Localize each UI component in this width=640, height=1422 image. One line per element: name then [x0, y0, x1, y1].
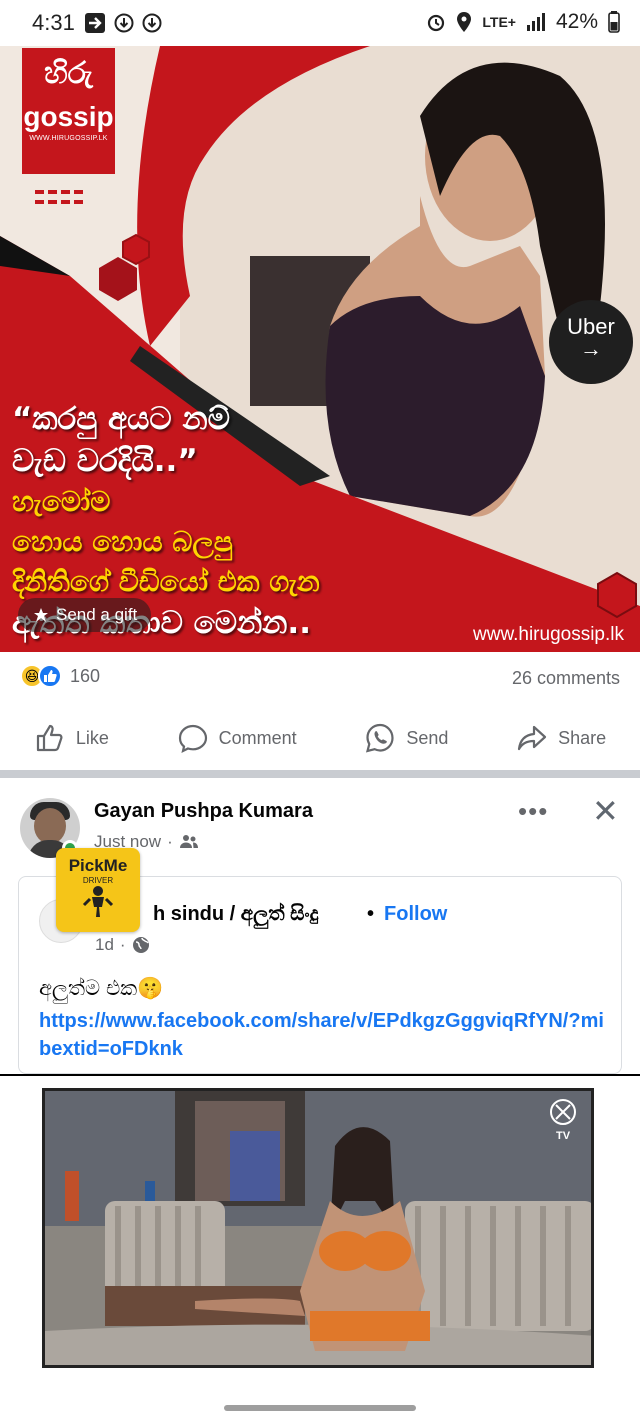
hiru-gossip-logo: හිරු gossip WWW.HIRUGOSSIP.LK	[22, 48, 115, 174]
like-reaction-icon	[38, 664, 62, 688]
follow-label: Follow	[384, 903, 448, 925]
uber-label: Uber	[567, 314, 615, 339]
pickme-sub-label: DRIVER	[82, 876, 114, 885]
download-icon	[142, 13, 162, 33]
reaction-summary[interactable]: 😆 160	[20, 664, 100, 688]
feed-divider	[0, 770, 640, 778]
download-icon	[114, 13, 134, 33]
follow-button[interactable]: • Follow	[367, 903, 447, 926]
headline-line-3: හැමෝම	[12, 485, 111, 518]
headline-line-2: වැඩ වරදියි..”	[12, 443, 198, 479]
globe-icon	[132, 937, 149, 953]
close-button[interactable]: ✕	[592, 792, 619, 830]
channel-watermark: TV	[545, 1097, 581, 1142]
like-button[interactable]: Like	[34, 722, 109, 754]
shared-post-link[interactable]: https://www.facebook.com/share/v/EPdkgzG…	[39, 1007, 614, 1063]
shared-page-name[interactable]: h sindu / අලුත් සිංදු	[153, 903, 319, 926]
friends-audience-icon	[179, 835, 198, 848]
more-options-button[interactable]: •••	[518, 796, 548, 827]
logo-url: WWW.HIRUGOSSIP.LK	[29, 135, 108, 142]
location-icon	[457, 12, 472, 32]
send-gift-label: Send a gift	[56, 605, 138, 624]
headline-line-1: “කරපු අයට නම්	[12, 401, 230, 437]
home-indicator[interactable]	[224, 1405, 416, 1411]
status-bar: 4:31 LTE+ 42%	[0, 0, 640, 46]
notification-icons	[84, 12, 162, 34]
comment-button[interactable]: Comment	[177, 722, 297, 754]
arrow-right-icon: →	[580, 336, 602, 361]
comments-count[interactable]: 26 comments	[512, 668, 620, 689]
pickme-ad-badge[interactable]: PickMe DRIVER	[56, 848, 140, 932]
reaction-count: 160	[70, 665, 101, 686]
system-status: LTE+ 42%	[426, 10, 620, 34]
whatsapp-icon	[366, 723, 394, 753]
alarm-icon	[428, 14, 445, 32]
follow-separator: •	[367, 903, 375, 925]
driver-figure-icon	[82, 886, 114, 917]
send-label: Send	[406, 727, 449, 748]
comment-label: Comment	[218, 727, 297, 748]
signal-icon	[526, 13, 545, 31]
pickme-logo: PickMe	[68, 856, 128, 875]
send-gift-button[interactable]: Send a gift	[18, 598, 152, 632]
headline-line-4: හොය හොය බලපු	[12, 525, 233, 558]
image-watermark-url: www.hirugossip.lk	[473, 624, 624, 645]
uber-ad-button[interactable]: Uber →	[549, 300, 633, 384]
post-action-bar: Like Comment Send Share	[0, 710, 640, 766]
share-button[interactable]: Share	[516, 722, 606, 754]
like-icon	[36, 724, 63, 752]
shared-post-meta: 1d ·	[95, 935, 150, 955]
shared-timestamp[interactable]: 1d	[95, 935, 114, 955]
share-label: Share	[558, 727, 607, 748]
battery-icon	[608, 11, 620, 33]
logo-script: හිරු	[44, 56, 93, 91]
video-player[interactable]: TV	[42, 1088, 594, 1368]
post-image[interactable]: හිරු gossip WWW.HIRUGOSSIP.LK “කරපු අයට …	[0, 46, 640, 652]
shared-post-text: අලුත්ම එක🤫	[39, 977, 164, 1000]
gift-icon	[34, 608, 48, 622]
comment-icon	[178, 724, 207, 754]
video-frame-art	[45, 1091, 591, 1365]
forward-arrow-icon	[85, 13, 105, 33]
share-icon	[517, 725, 547, 751]
status-time: 4:31	[32, 10, 75, 35]
send-button[interactable]: Send	[364, 722, 448, 754]
battery-percent: 42%	[555, 10, 598, 33]
like-label: Like	[75, 727, 109, 748]
logo-name: gossip	[23, 101, 114, 132]
channel-logo-label: TV	[555, 1130, 571, 1142]
headline-line-5: දිනිතිගේ වීඩියෝ එක ගැන	[12, 565, 320, 598]
network-type: LTE+	[482, 14, 516, 30]
channel-logo-icon	[550, 1099, 576, 1125]
post-author-name[interactable]: Gayan Pushpa Kumara	[94, 800, 313, 823]
